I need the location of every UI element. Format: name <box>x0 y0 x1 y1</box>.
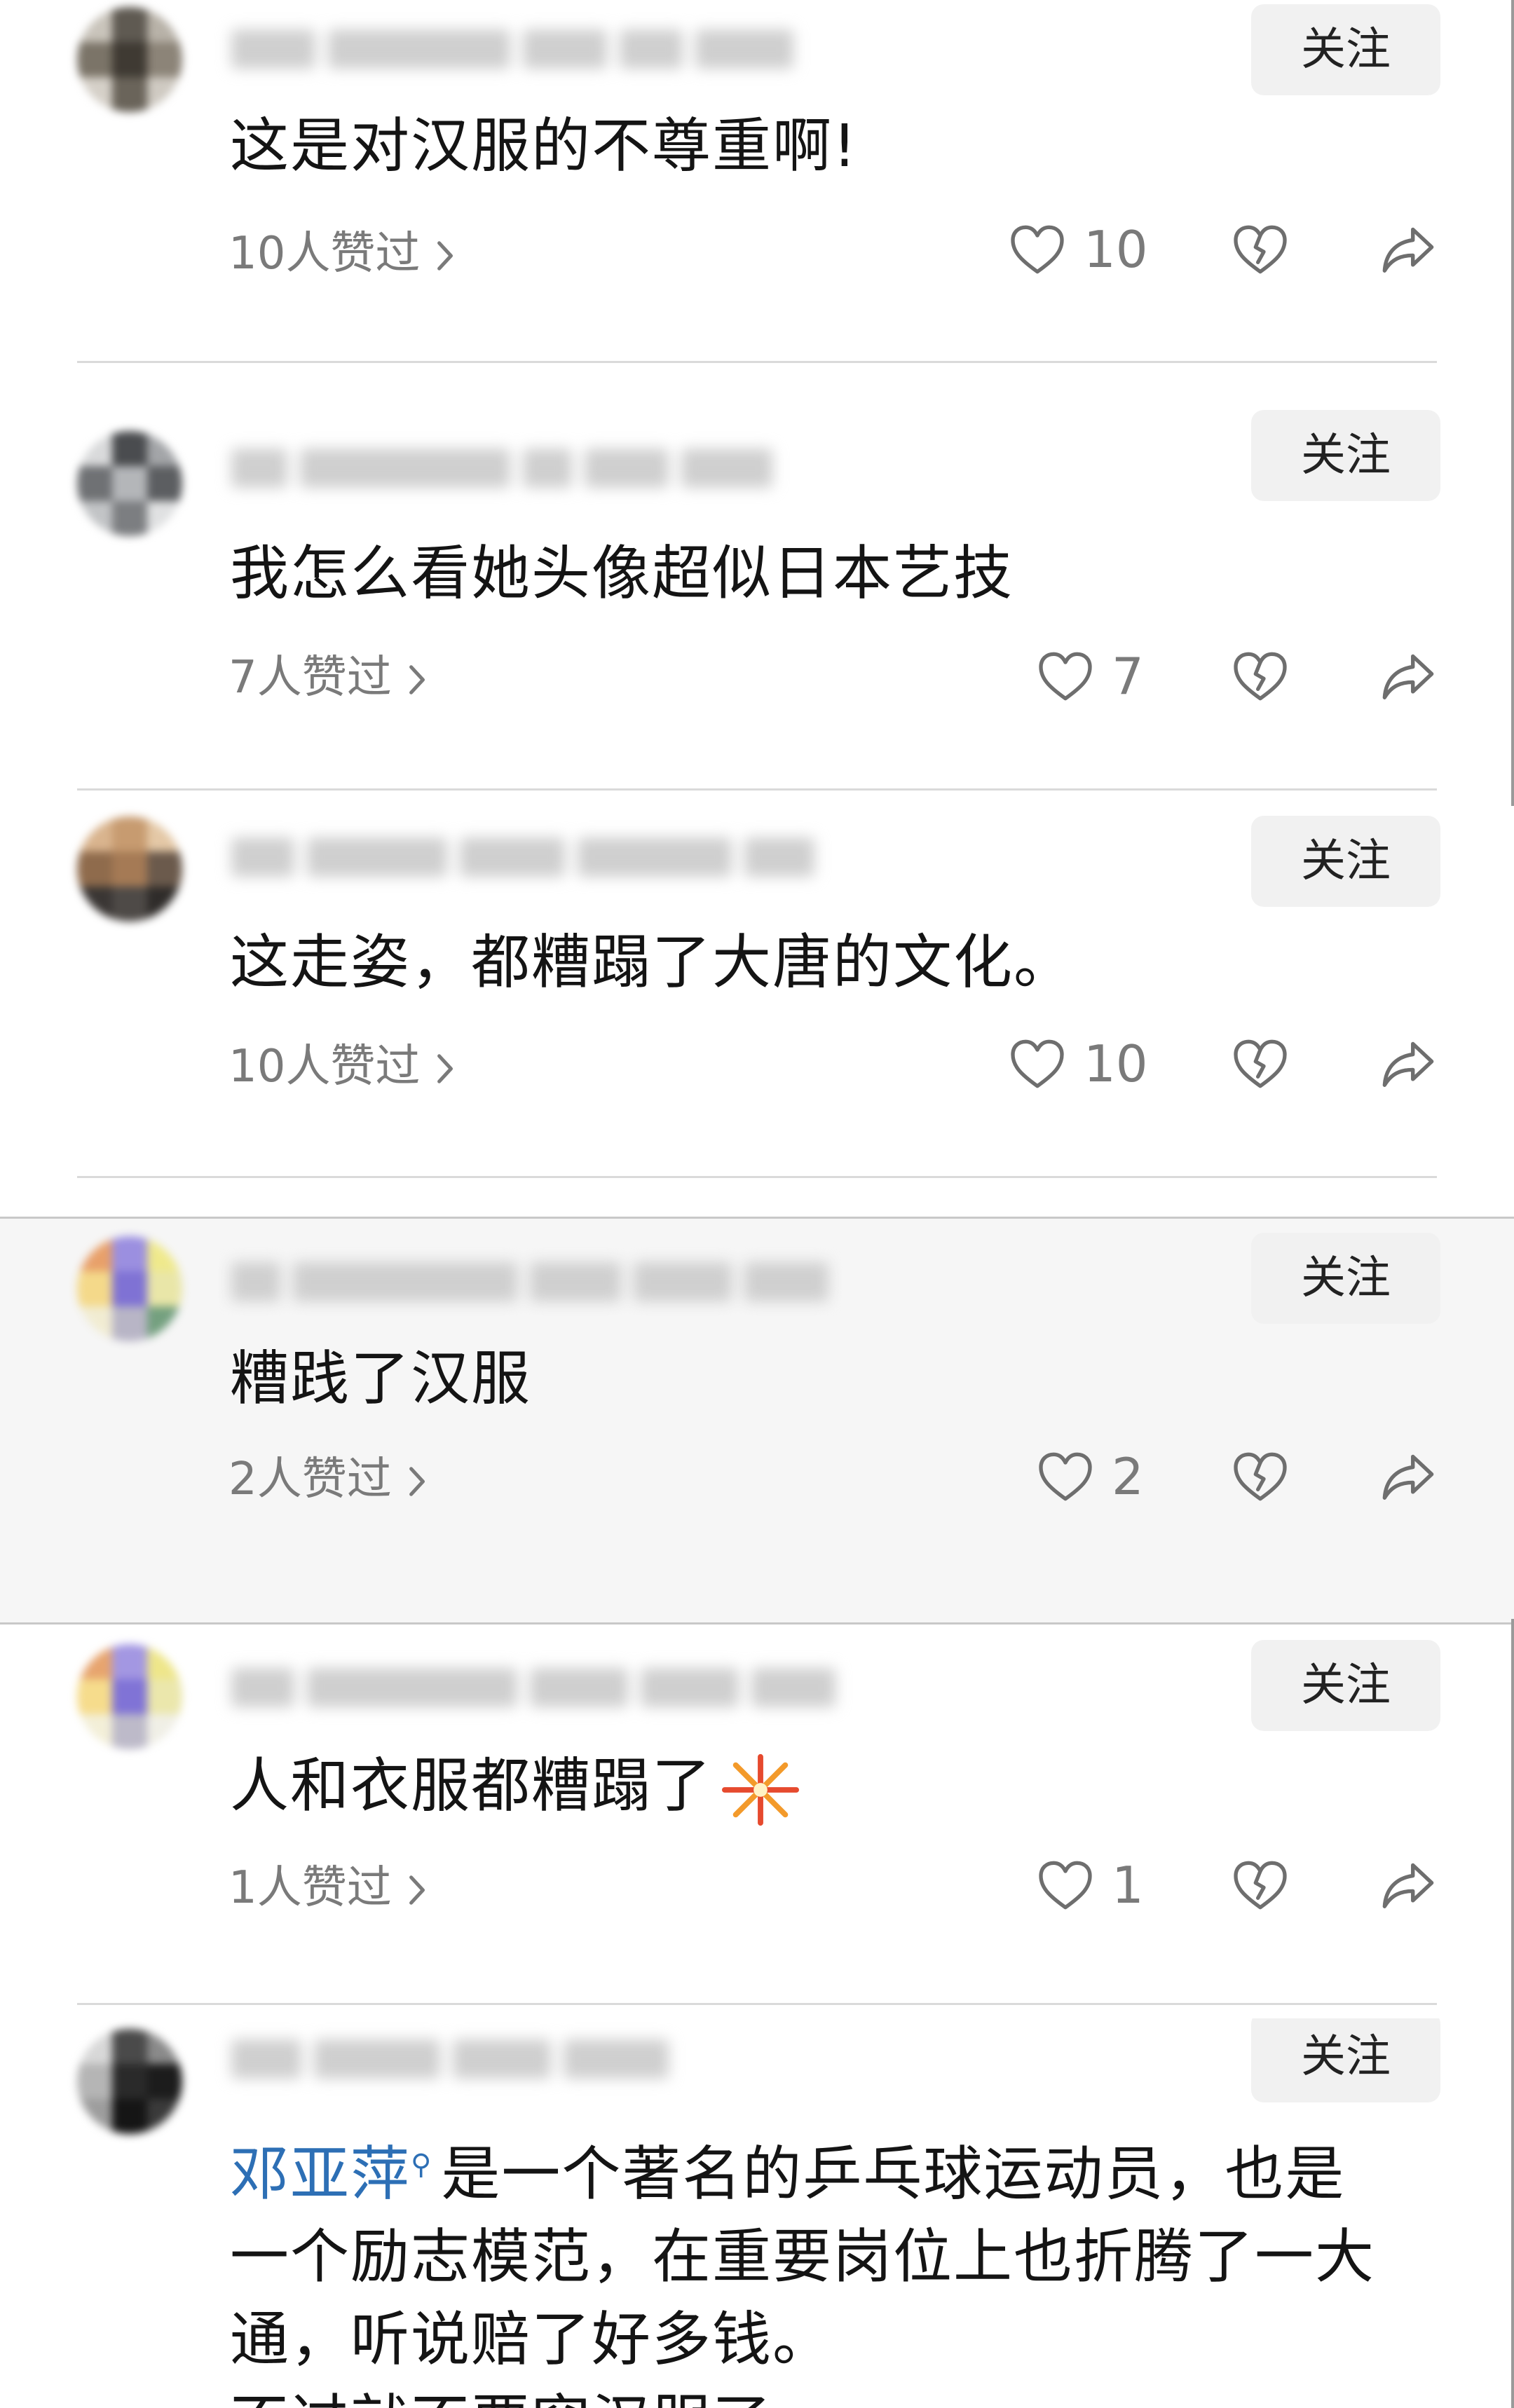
comment-item: 关注 邓亚萍⚲ 是一个著名的乒乓球运动员，也是 一个励志模范，在重要岗位上也折腾了… <box>0 2018 1514 2408</box>
broken-heart-icon <box>1232 650 1288 702</box>
follow-button[interactable]: 关注 <box>1251 4 1440 95</box>
heart-outline-icon <box>1009 1038 1065 1090</box>
like-count: 10 <box>1084 220 1148 279</box>
mention-link[interactable]: 邓亚萍 <box>230 2140 411 2208</box>
heart-outline-icon <box>1037 1451 1093 1503</box>
chevron-right-icon <box>435 1052 455 1086</box>
comment-item: 关注 人和衣服都糟蹋了 1人赞过 1 <box>0 1626 1514 2001</box>
divider <box>77 788 1437 791</box>
dislike-button[interactable] <box>1232 1442 1288 1512</box>
user-meta-blurred <box>231 1668 848 1710</box>
dislike-button[interactable] <box>1232 214 1288 285</box>
broken-heart-icon <box>1232 1038 1288 1090</box>
follow-button[interactable]: 关注 <box>1251 816 1440 907</box>
divider <box>77 361 1437 363</box>
share-button[interactable] <box>1379 1442 1437 1512</box>
liked-by-link[interactable]: 7人赞过 <box>229 641 427 706</box>
search-icon: ⚲ <box>411 2149 433 2181</box>
chevron-right-icon <box>407 1465 427 1498</box>
share-arrow-icon <box>1379 1451 1437 1503</box>
follow-button[interactable]: 关注 <box>1251 2018 1440 2102</box>
comment-line: 通，听说赔了好多钱。 <box>230 2305 833 2374</box>
avatar[interactable] <box>77 1644 182 1749</box>
follow-button[interactable]: 关注 <box>1251 1233 1440 1324</box>
comment-text: 我怎么看她头像超似日本艺技 <box>230 539 1014 608</box>
share-button[interactable] <box>1379 214 1437 285</box>
liked-by-link[interactable]: 10人赞过 <box>229 217 455 282</box>
liked-by-label: 2人赞过 <box>229 1453 392 1505</box>
dislike-button[interactable] <box>1232 641 1288 711</box>
comment-item: 关注 我怎么看她头像超似日本艺技 7人赞过 7 <box>0 410 1514 788</box>
avatar[interactable] <box>77 7 182 112</box>
like-button[interactable]: 2 <box>1037 1442 1144 1512</box>
comment-actions: 1 <box>1009 1850 1444 1920</box>
share-arrow-icon <box>1379 650 1437 702</box>
broken-heart-icon <box>1232 224 1288 275</box>
avatar[interactable] <box>77 816 182 922</box>
share-arrow-icon <box>1379 1859 1437 1911</box>
comment-item: 关注 这是对汉服的不尊重啊! 10人赞过 10 <box>0 0 1514 361</box>
follow-button[interactable]: 关注 <box>1251 1640 1440 1731</box>
avatar[interactable] <box>77 2029 182 2134</box>
edge-line <box>1511 0 1514 806</box>
comment-text: 邓亚萍⚲ 是一个著名的乒乓球运动员，也是 一个励志模范，在重要岗位上也折腾了一大 … <box>230 2123 1444 2408</box>
share-button[interactable] <box>1379 1850 1437 1920</box>
comment-line: 一个励志模范，在重要岗位上也折腾了一大 <box>230 2222 1376 2291</box>
share-arrow-icon <box>1379 224 1437 275</box>
share-button[interactable] <box>1379 641 1437 711</box>
comment-text: 糟践了汉服 <box>230 1344 532 1413</box>
broken-heart-icon <box>1232 1859 1288 1911</box>
edge-line <box>1511 1619 1514 2408</box>
comment-text-content: 人和衣服都糟蹋了 <box>230 1751 713 1820</box>
share-arrow-icon <box>1379 1038 1437 1090</box>
user-meta-blurred <box>231 837 827 880</box>
comment-line: 是一个著名的乒乓球运动员，也是 <box>441 2140 1346 2208</box>
divider <box>77 1176 1437 1178</box>
like-button[interactable]: 1 <box>1037 1850 1144 1920</box>
user-meta-blurred <box>231 1262 841 1304</box>
user-meta-blurred <box>231 2039 681 2081</box>
share-button[interactable] <box>1379 1029 1437 1099</box>
chevron-right-icon <box>407 663 427 697</box>
like-button[interactable]: 10 <box>1009 1029 1148 1099</box>
comment-actions: 7 <box>1009 641 1444 711</box>
like-count: 7 <box>1112 647 1144 706</box>
avatar[interactable] <box>77 431 182 536</box>
like-count: 10 <box>1084 1034 1148 1093</box>
like-count: 2 <box>1112 1447 1144 1506</box>
comment-item: 关注 糟践了汉服 2人赞过 2 <box>0 1217 1514 1624</box>
comment-actions: 2 <box>1009 1442 1444 1512</box>
user-meta-blurred <box>231 449 785 491</box>
follow-button[interactable]: 关注 <box>1251 410 1440 501</box>
liked-by-label: 7人赞过 <box>229 652 392 704</box>
liked-by-label: 10人赞过 <box>229 228 421 280</box>
like-button[interactable]: 7 <box>1037 641 1144 711</box>
dislike-button[interactable] <box>1232 1029 1288 1099</box>
chevron-right-icon <box>407 1873 427 1907</box>
liked-by-link[interactable]: 10人赞过 <box>229 1030 455 1095</box>
comment-text: 这是对汉服的不尊重啊! <box>230 111 858 180</box>
liked-by-label: 1人赞过 <box>229 1862 392 1914</box>
like-count: 1 <box>1112 1856 1144 1915</box>
comment-item: 关注 这走姿，都糟蹋了大唐的文化。 10人赞过 10 <box>0 806 1514 1177</box>
divider <box>77 2003 1437 2005</box>
comment-line: 不过就不要穿汉服了 <box>230 2381 1444 2408</box>
avatar[interactable] <box>77 1236 182 1341</box>
dislike-button[interactable] <box>1232 1850 1288 1920</box>
heart-outline-icon <box>1037 1859 1093 1911</box>
comment-actions: 10 <box>1009 1029 1444 1099</box>
heart-outline-icon <box>1037 650 1093 702</box>
heart-outline-icon <box>1009 224 1065 275</box>
chevron-right-icon <box>435 239 455 273</box>
comment-actions: 10 <box>1009 214 1444 285</box>
firecracker-emoji-icon <box>722 1753 800 1826</box>
comment-text: 这走姿，都糟蹋了大唐的文化。 <box>230 928 1075 997</box>
liked-by-link[interactable]: 2人赞过 <box>229 1443 427 1507</box>
liked-by-label: 10人赞过 <box>229 1041 421 1093</box>
liked-by-link[interactable]: 1人赞过 <box>229 1852 427 1916</box>
broken-heart-icon <box>1232 1451 1288 1503</box>
comment-text: 人和衣服都糟蹋了 <box>230 1745 1444 1828</box>
like-button[interactable]: 10 <box>1009 214 1148 285</box>
user-meta-blurred <box>231 29 806 71</box>
